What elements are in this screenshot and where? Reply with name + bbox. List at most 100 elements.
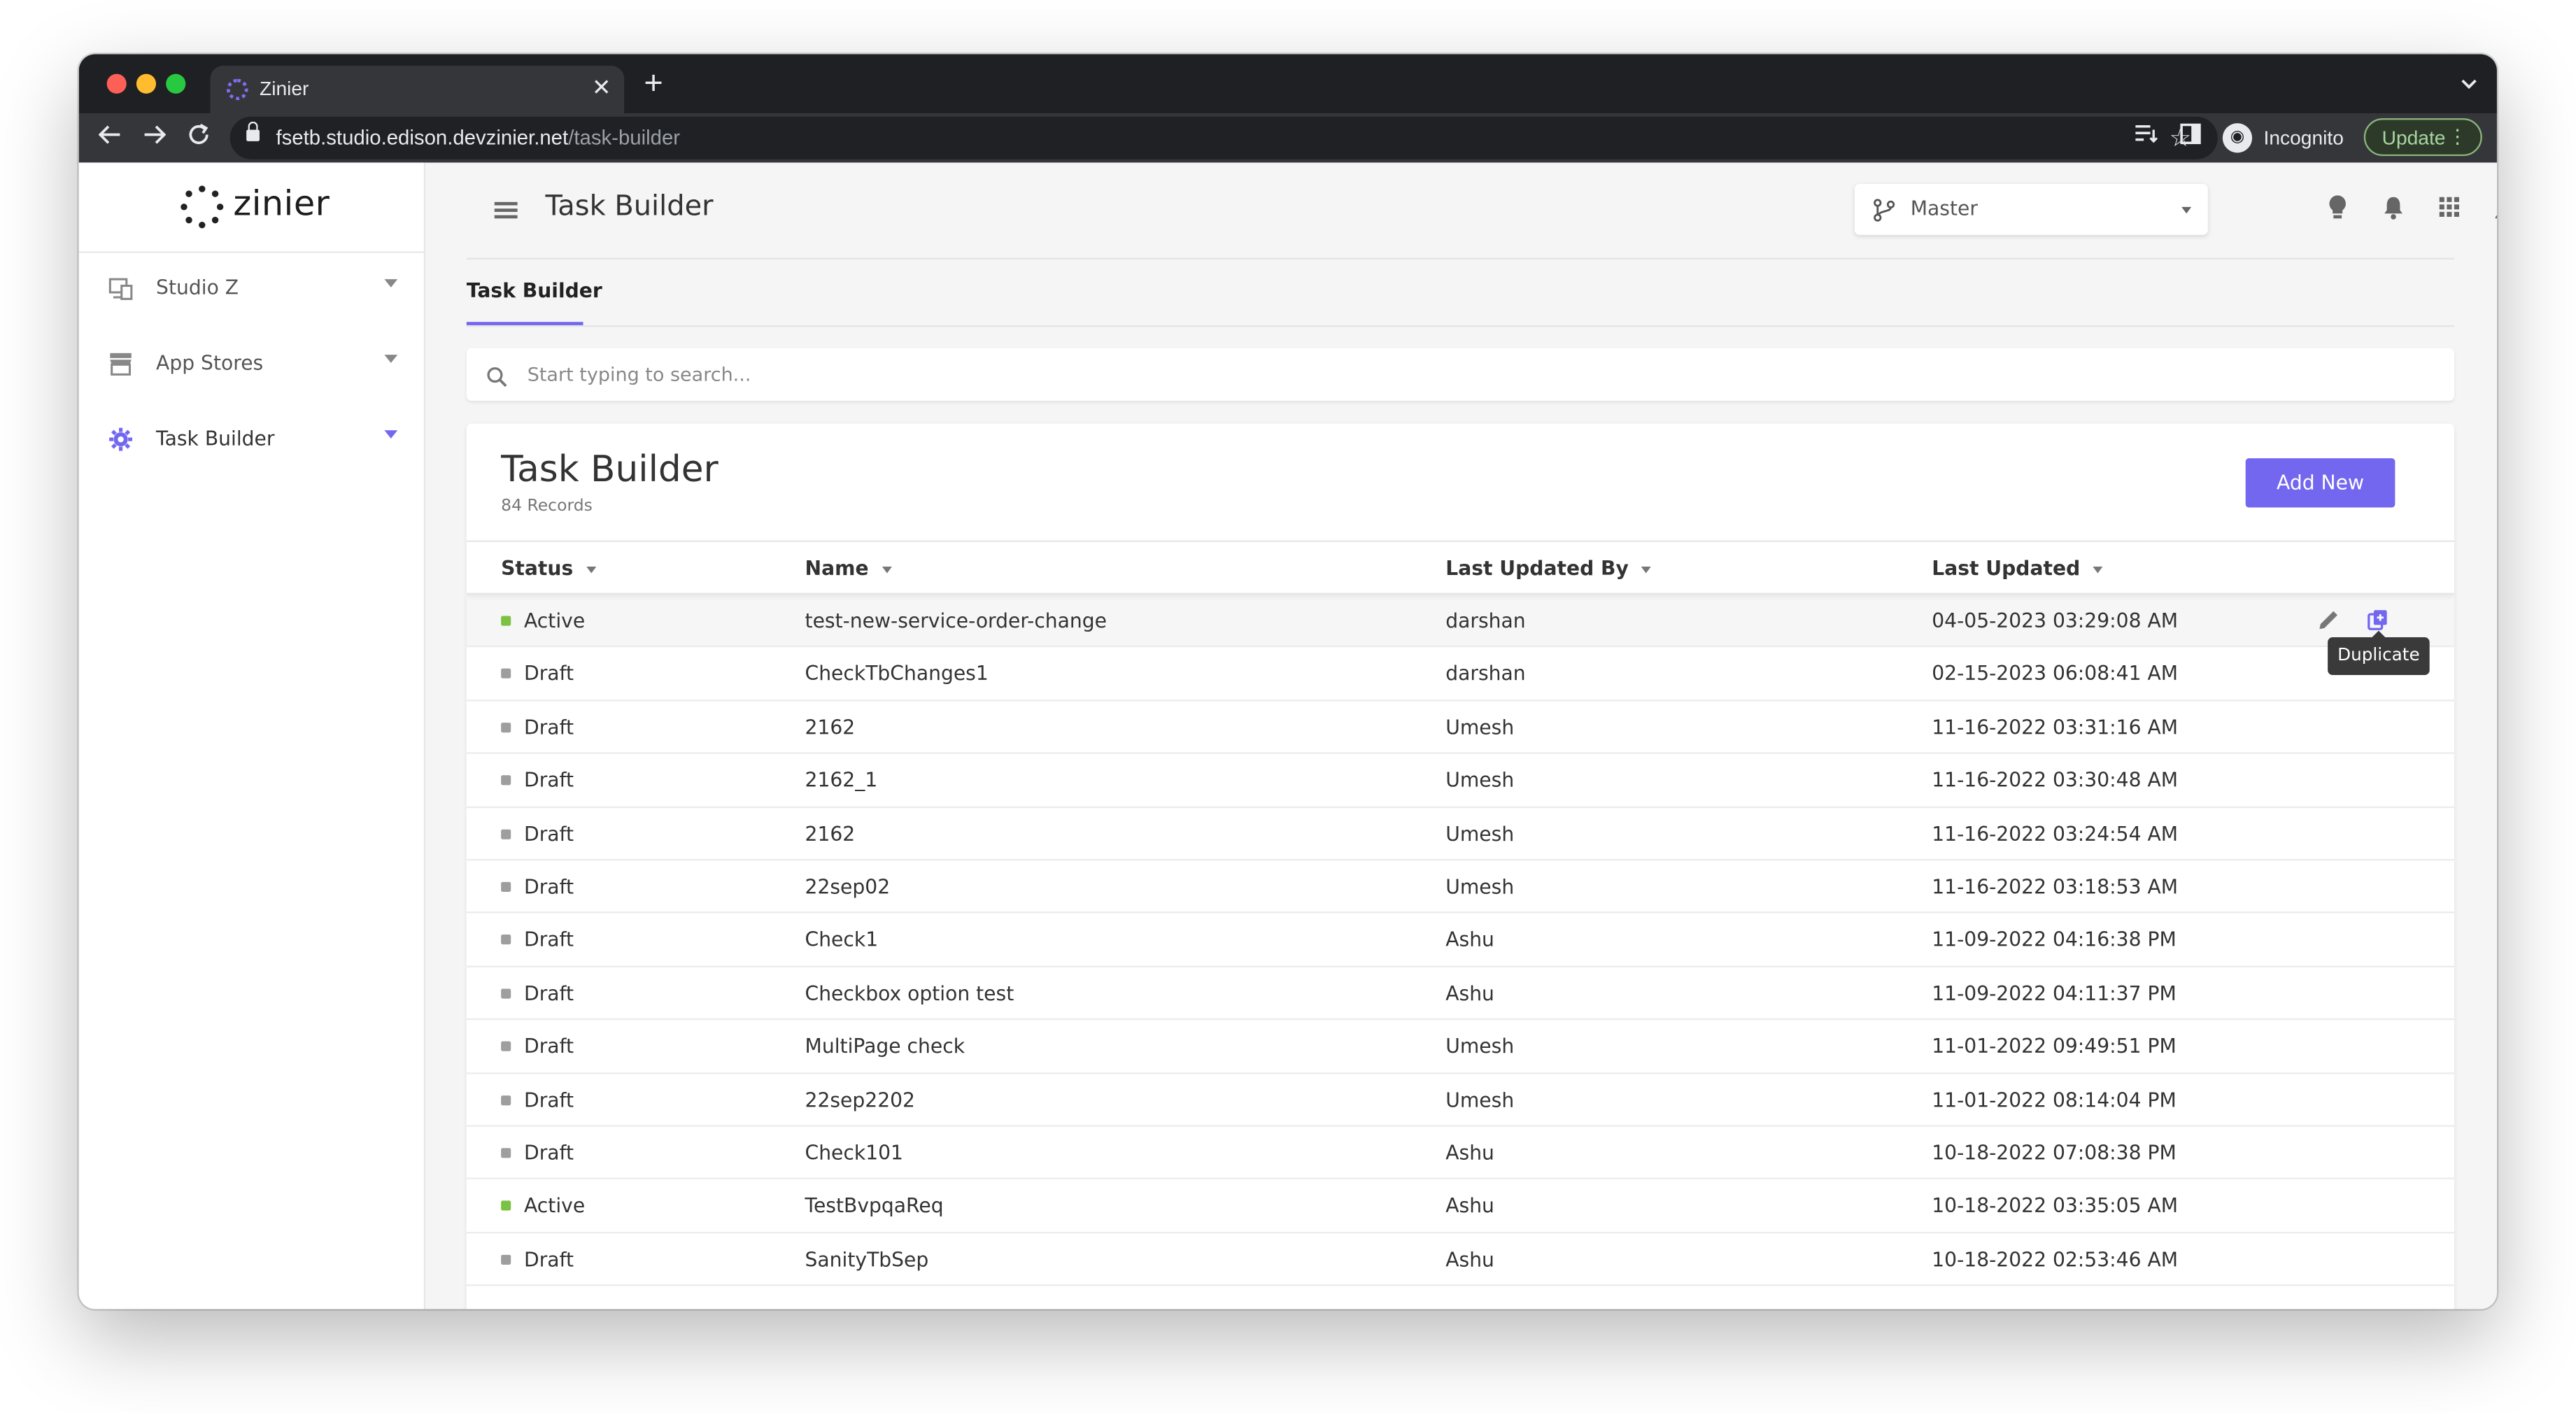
chevron-down-icon <box>2181 206 2192 214</box>
column-header-last-updated-by[interactable]: Last Updated By <box>1445 557 1652 580</box>
status-indicator-icon <box>501 1254 511 1265</box>
updated-by-cell: Umesh <box>1445 1088 1515 1112</box>
incognito-indicator[interactable]: ◉ Incognito <box>2222 120 2344 156</box>
reading-list-icon[interactable] <box>2134 123 2158 151</box>
name-cell: SanityTbSep <box>805 1248 929 1271</box>
search-input[interactable] <box>527 348 2433 401</box>
status-indicator-icon <box>501 881 511 892</box>
add-new-button[interactable]: Add New <box>2245 458 2395 508</box>
updated-date-cell: 02-15-2023 06:08:41 AM <box>1932 662 2179 686</box>
update-button[interactable]: Update ⋮ <box>2363 118 2482 157</box>
column-header-name[interactable]: Name <box>805 557 892 580</box>
incognito-label: Incognito <box>2263 126 2344 150</box>
name-cell: Check1 <box>805 928 879 952</box>
table-row[interactable]: Draft 2162_1 Umesh 11-16-2022 03:30:48 AM <box>466 754 2454 808</box>
updated-date-cell: 04-05-2023 03:29:08 AM <box>1932 609 2179 632</box>
lock-icon <box>246 121 260 144</box>
monitor-icon <box>108 276 133 300</box>
zinier-favicon-icon <box>227 78 248 101</box>
updated-by-cell: Umesh <box>1445 769 1515 793</box>
name-cell: TestBvpqaReq <box>805 1194 944 1218</box>
branch-select[interactable]: Master <box>1854 183 2208 235</box>
apps-grid-icon[interactable] <box>2436 194 2463 220</box>
menu-dots-icon[interactable]: ⋮ <box>2448 125 2468 148</box>
status-cell: Draft <box>524 822 574 846</box>
table-row[interactable]: Active TestBvpqaReq Ashu 10-18-2022 03:35:0… <box>466 1180 2454 1233</box>
updated-by-cell: Ashu <box>1445 1141 1494 1165</box>
table-row[interactable]: Draft MultiPage check Umesh 11-01-2022 09:4… <box>466 1021 2454 1074</box>
name-cell: 22sep2202 <box>805 1088 915 1112</box>
status-indicator-icon <box>501 722 511 732</box>
chevron-down-icon <box>384 279 398 287</box>
table-row[interactable]: Draft Check1 Ashu 11-09-2022 04:16:38 PM <box>466 914 2454 967</box>
side-panel-icon[interactable] <box>2180 123 2202 151</box>
user-profile-icon[interactable] <box>2492 194 2497 220</box>
sidebar-item-studio-z[interactable]: Studio Z <box>79 258 425 324</box>
updated-date-cell: 11-09-2022 04:11:37 PM <box>1932 981 2177 1005</box>
table-row[interactable]: Draft 22sep2202 Umesh 11-01-2022 08:14:04 P… <box>466 1074 2454 1127</box>
row-actions <box>2316 608 2398 634</box>
search-icon <box>486 363 508 388</box>
address-bar[interactable]: fsetb.studio.edison.devzinier.net/task-b… <box>229 116 2218 159</box>
status-cell: Active <box>524 609 586 632</box>
status-indicator-icon <box>501 616 511 626</box>
updated-date-cell: 11-16-2022 03:31:16 AM <box>1932 716 2179 739</box>
updated-by-cell: darshan <box>1445 609 1526 632</box>
gear-icon <box>108 427 133 451</box>
table-row[interactable]: Draft 2162 Umesh 11-16-2022 03:24:54 AM <box>466 807 2454 861</box>
lightbulb-icon[interactable] <box>2324 194 2351 220</box>
new-tab-button[interactable]: + <box>644 67 663 100</box>
name-cell: Check101 <box>805 1141 903 1165</box>
table-row[interactable]: Draft SanityTbSep Ashu 10-18-2022 02:53:46 … <box>466 1233 2454 1286</box>
updated-date-cell: 11-16-2022 03:30:48 AM <box>1932 769 2179 793</box>
browser-tab[interactable]: Zinier ✕ <box>210 65 625 114</box>
tab-close-icon[interactable]: ✕ <box>592 74 611 102</box>
updated-date-cell: 11-16-2022 03:18:53 AM <box>1932 875 2179 899</box>
table-header: Status Name Last Updated By Last Updated <box>466 540 2454 595</box>
edit-pencil-icon[interactable] <box>2316 608 2341 639</box>
incognito-icon: ◉ <box>2222 123 2253 153</box>
main-content: Task Builder Master Task Builder Start t… <box>427 162 2497 1309</box>
reload-icon[interactable] <box>187 122 211 155</box>
table-row[interactable]: Active test-new-service-order-change darsh… <box>466 594 2454 648</box>
back-arrow-icon[interactable] <box>98 122 122 155</box>
forward-arrow-icon[interactable] <box>143 122 167 155</box>
column-header-status[interactable]: Status <box>501 557 597 580</box>
status-indicator-icon <box>501 1095 511 1105</box>
close-window-button[interactable] <box>106 73 127 94</box>
status-cell: Draft <box>524 1035 574 1058</box>
maximize-window-button[interactable] <box>166 73 186 94</box>
app-area: zinier Studio Z App Stores Task Builder … <box>78 162 2497 1309</box>
status-cell: Draft <box>524 875 574 899</box>
status-indicator-icon <box>501 1201 511 1212</box>
sidebar-item-task-builder[interactable]: Task Builder <box>79 409 425 475</box>
status-indicator-icon <box>501 1148 511 1158</box>
minimize-window-button[interactable] <box>136 73 157 94</box>
name-cell: Checkbox option test <box>805 981 1014 1005</box>
status-indicator-icon <box>501 935 511 946</box>
table-row[interactable]: Draft Check101 Ashu 10-18-2022 07:08:38 PM <box>466 1127 2454 1180</box>
search-bar <box>466 348 2454 401</box>
sidebar-item-app-stores[interactable]: App Stores <box>79 334 425 399</box>
tab-search-chevron-icon[interactable] <box>2461 74 2477 96</box>
browser-toolbar: fsetb.studio.edison.devzinier.net/task-b… <box>78 113 2497 163</box>
updated-date-cell: 11-01-2022 09:49:51 PM <box>1932 1035 2177 1058</box>
updated-by-cell: Ashu <box>1445 981 1494 1005</box>
status-indicator-icon <box>501 1042 511 1052</box>
sort-caret-icon <box>882 565 892 573</box>
name-cell: MultiPage check <box>805 1035 965 1058</box>
name-cell: 2162 <box>805 716 856 739</box>
tab-task-builder[interactable]: Task Builder <box>467 279 602 302</box>
active-tab-indicator <box>466 322 583 325</box>
table-row[interactable]: Draft 2162 Umesh 11-16-2022 03:31:16 AM <box>466 701 2454 755</box>
table-row[interactable]: Draft 22sep02 Umesh 11-16-2022 03:18:53 AM <box>466 860 2454 914</box>
status-cell: Draft <box>524 769 574 793</box>
updated-date-cell: 11-01-2022 08:14:04 PM <box>1932 1088 2177 1112</box>
menu-hamburger-icon[interactable] <box>494 201 518 218</box>
zinier-logo-icon <box>181 185 224 229</box>
updated-date-cell: 11-09-2022 04:16:38 PM <box>1932 928 2177 952</box>
column-header-last-updated[interactable]: Last Updated <box>1932 557 2104 580</box>
table-row[interactable]: Draft Checkbox option test Ashu 11-09-2022 … <box>466 967 2454 1021</box>
bell-icon[interactable] <box>2380 194 2407 220</box>
table-row[interactable]: Draft CheckTbChanges1 darshan 02-15-2023 06… <box>466 648 2454 702</box>
